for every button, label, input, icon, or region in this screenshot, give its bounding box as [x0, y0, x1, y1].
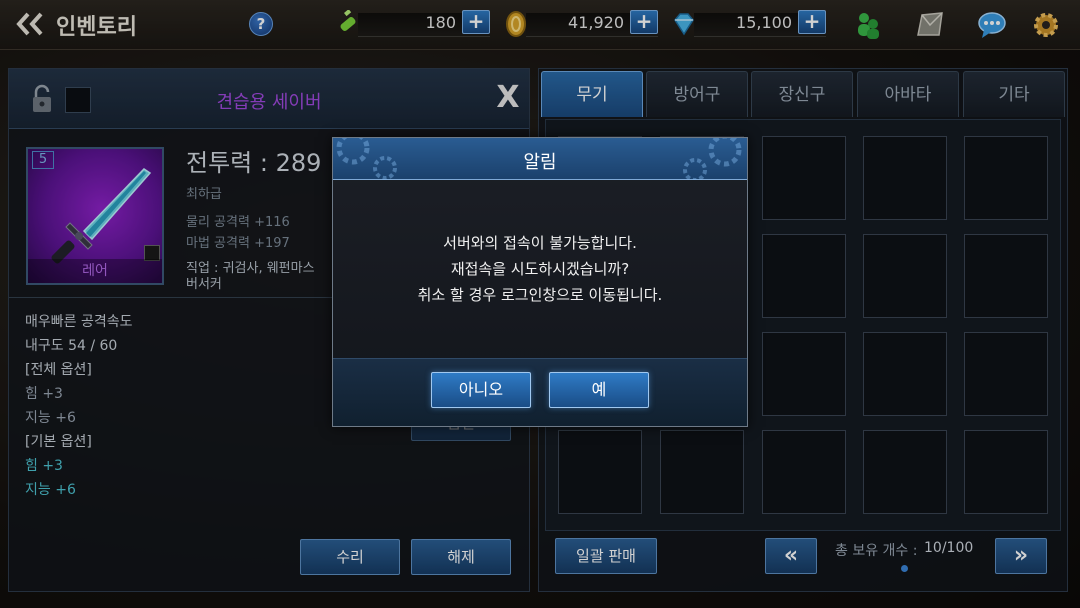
yes-button[interactable]: 예 [549, 372, 649, 408]
alert-dialog: 알림 서버와의 접속이 불가능합니다. 재접속을 시도하시겠습니까? 취소 할 … [332, 137, 748, 427]
dialog-header: 알림 [333, 138, 747, 180]
dialog-message-line-3: 취소 할 경우 로그인창으로 이동됩니다. [417, 286, 663, 304]
no-button[interactable]: 아니오 [431, 372, 531, 408]
dialog-footer: 아니오 예 [333, 358, 747, 426]
dialog-message-line-1: 서버와의 접속이 불가능합니다. [443, 234, 637, 252]
dialog-title: 알림 [523, 152, 557, 173]
dialog-message-line-2: 재접속을 시도하시겠습니까? [450, 260, 630, 278]
